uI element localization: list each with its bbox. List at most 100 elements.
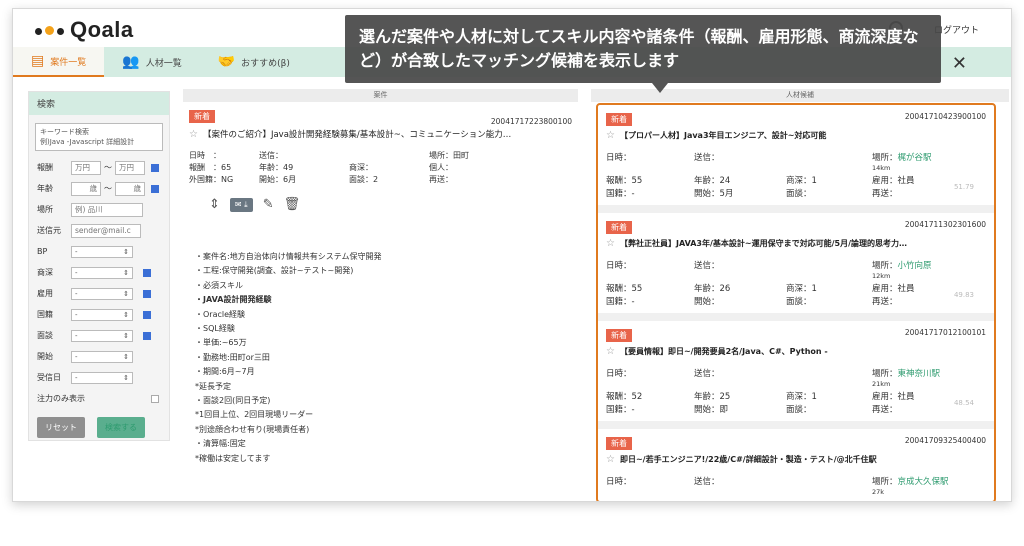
candidate-id: 20041709325400400	[904, 436, 986, 445]
candidate-id: 20041711302301600	[904, 220, 986, 229]
desc-line: *稼働は安定してます	[195, 453, 271, 463]
field: 国籍：-	[606, 297, 635, 307]
close-icon[interactable]: ✕	[952, 53, 967, 74]
select-value: -	[75, 331, 78, 340]
tab-case-list[interactable]: ▤ 案件一覧	[13, 47, 105, 77]
search-button[interactable]: 検索する	[97, 417, 145, 438]
case-title-row: ☆ 【案件のご紹介】Java設計開発経験募集/基本設計~、コミュニケーション能力…	[189, 128, 572, 141]
station-link[interactable]: 小竹向原	[898, 261, 932, 271]
focus-filter: 注力のみ表示	[29, 388, 169, 409]
field: 開始：6月	[259, 175, 297, 184]
select-value: -	[75, 268, 78, 277]
field: 報酬：55	[606, 284, 643, 294]
candidate-card[interactable]: 新着 20041717012100101 ☆ 【要員情報】即日~/開発要員2名/J…	[598, 321, 994, 429]
mensetsu-select[interactable]: - ⇕	[71, 329, 133, 342]
candidate-fields: 日時： 送信： 場所：東神奈川駅 21km 報酬：52 年齢：25 商深：1 雇用：社員 …	[606, 367, 986, 415]
reward-from-input[interactable]: 万円	[71, 160, 101, 175]
shoryu-select[interactable]: - ⇕	[71, 266, 133, 279]
desc-line: ・面談2回(同日予定)	[195, 396, 271, 406]
field: 開始：5月	[694, 189, 734, 199]
mail-download-button[interactable]: ✉ ⤓	[229, 197, 253, 212]
place-label: 場所：	[872, 477, 898, 487]
station-link[interactable]: 梶が谷駅	[898, 153, 932, 163]
age-to-input[interactable]: 歳	[115, 181, 145, 196]
desc-line: ・Oracle経験	[195, 309, 246, 319]
field: 再送：	[872, 189, 898, 199]
shoryu-checkbox[interactable]	[143, 268, 151, 277]
field: 面談：	[786, 405, 812, 415]
candidate-panel: 人材候補 新着 20041710423900100 ☆ 【プロパー人材】Java3…	[591, 89, 1009, 501]
station-link[interactable]: 東神奈川駅	[898, 369, 941, 379]
match-score: 49.83	[953, 291, 974, 299]
candidate-card[interactable]: 新着 20041710423900100 ☆ 【プロパー人材】Java3年目エンジ…	[598, 105, 994, 213]
star-icon[interactable]: ☆	[189, 129, 198, 140]
star-icon[interactable]: ☆	[606, 454, 615, 465]
desc-line: ・案件名:地方自治体向け情報共有システム保守開発	[195, 252, 382, 261]
field: 年齢：25	[694, 392, 731, 402]
chevron-icon: ⇕	[123, 268, 129, 277]
kokuseki-select[interactable]: - ⇕	[71, 308, 133, 321]
focus-checkbox[interactable]	[151, 394, 159, 403]
select-value: -	[75, 352, 78, 361]
desc-line: ・単価:~65万	[195, 338, 247, 348]
desc-line: *延長予定	[195, 381, 231, 391]
age-from-input[interactable]: 歳	[71, 181, 101, 196]
field: 雇用：社員	[872, 176, 915, 186]
reset-button[interactable]: リセット	[37, 417, 85, 438]
mensetsu-checkbox[interactable]	[143, 331, 151, 340]
candidate-title: 即日~/若手エンジニア!/22歳/C#/詳細設計・製造・テスト/@北千住駅	[619, 455, 877, 464]
star-icon[interactable]: ☆	[606, 130, 615, 141]
place-input[interactable]: 例) 品川	[71, 202, 143, 217]
field: 送信：	[694, 261, 720, 271]
field	[349, 150, 429, 161]
field: 場所：田町	[429, 151, 469, 160]
field: 面談：2	[349, 175, 379, 184]
sort-arrows-icon[interactable]: ⇕	[209, 197, 220, 212]
age-filter: 年齢 歳〜歳	[29, 178, 169, 199]
field: 雇用：社員	[872, 392, 915, 402]
sender-input[interactable]: sender@mail.c	[71, 223, 141, 238]
reward-to-input[interactable]: 万円	[115, 160, 145, 175]
candidate-fields: 日時： 送信： 場所：梶が谷駅 14km 報酬：55 年齢：24 商深：1 雇用：社員 国…	[606, 151, 986, 199]
field: 商深：1	[786, 392, 817, 402]
trash-icon[interactable]: 🗑	[284, 197, 301, 212]
field: 日時：	[606, 153, 632, 163]
focus-label: 注力のみ表示	[37, 394, 85, 403]
field: 日時：	[606, 369, 632, 379]
field: 国籍：-	[606, 405, 635, 415]
list-icon: ▤	[31, 53, 45, 69]
field: 商深：1	[786, 176, 817, 186]
age-checkbox[interactable]	[151, 184, 159, 193]
case-id: 20041717223800100	[490, 117, 572, 126]
case-column-header: 案件	[183, 89, 578, 102]
candidate-id: 20041717012100101	[904, 328, 986, 337]
feature-callout: 選んだ案件や人材に対してスキル内容や諸条件（報酬、雇用形態、商流深度など）が合致…	[345, 15, 941, 93]
app-window: Qoala ログアウト ▤ 案件一覧 👥 人材一覧 🤝 おすすめ(β) ✕ 検索 キー…	[12, 8, 1012, 502]
star-icon[interactable]: ☆	[606, 238, 615, 249]
candidate-card[interactable]: 新着 20041709325400400 ☆ 即日~/若手エンジニア!/22歳/C…	[598, 429, 994, 501]
new-badge: 新着	[606, 113, 632, 126]
edit-icon[interactable]: ✎	[263, 197, 274, 212]
qoala-logo[interactable]: Qoala	[35, 17, 134, 43]
kaishi-select[interactable]: - ⇕	[71, 350, 133, 363]
candidate-fields: 日時： 送信： 場所：京成大久保駅 27k	[606, 475, 986, 497]
field: 年齢：24	[694, 176, 731, 186]
field	[786, 367, 872, 389]
case-description: ・案件名:地方自治体向け情報共有システム保守開発 ・工程:保守開発(調査、設計~…	[189, 250, 572, 466]
bp-select[interactable]: - ⇕	[71, 245, 133, 258]
station-link[interactable]: 京成大久保駅	[898, 477, 949, 487]
koyo-checkbox[interactable]	[143, 289, 151, 298]
candidate-list: 新着 20041710423900100 ☆ 【プロパー人材】Java3年目エンジ…	[596, 103, 996, 501]
place-field: 場所：小竹向原 12km	[872, 259, 952, 281]
star-icon[interactable]: ☆	[606, 346, 615, 357]
tab-recommend[interactable]: 🤝 おすすめ(β)	[200, 47, 308, 77]
candidate-card[interactable]: 新着 20041711302301600 ☆ 【弊社正社員】JAVA3年/基本設計…	[598, 213, 994, 321]
keyword-search-input[interactable]: キーワード検索 例)Java -Javascript 詳細設計	[35, 123, 163, 151]
case-detail[interactable]: 新着 20041717223800100 ☆ 【案件のご紹介】Java設計開発経験…	[183, 102, 578, 468]
jushin-select[interactable]: - ⇕	[71, 371, 133, 384]
range-sep: 〜	[104, 184, 112, 193]
reward-checkbox[interactable]	[151, 163, 159, 172]
tab-talent-list[interactable]: 👥 人材一覧	[104, 47, 199, 77]
kokuseki-checkbox[interactable]	[143, 310, 151, 319]
koyo-select[interactable]: - ⇕	[71, 287, 133, 300]
